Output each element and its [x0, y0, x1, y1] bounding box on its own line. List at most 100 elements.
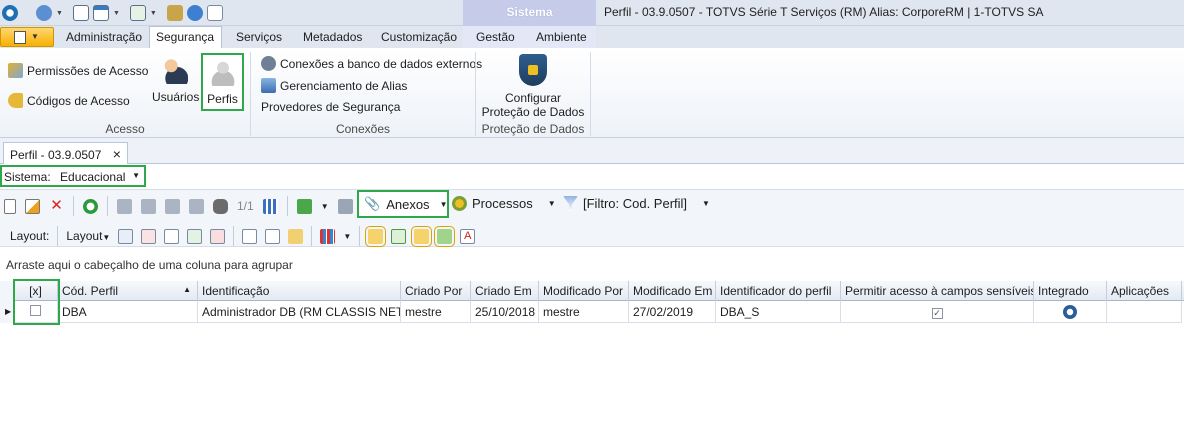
- new-window-icon[interactable]: [72, 5, 89, 21]
- tools-icon[interactable]: [166, 5, 183, 21]
- tab-customizacao[interactable]: Customização: [381, 30, 457, 44]
- close-icon[interactable]: ×: [113, 146, 121, 162]
- layout-save-icon[interactable]: [118, 228, 134, 244]
- chevron-down-icon: ▼: [547, 199, 556, 208]
- permissoes-button[interactable]: Permissões de Acesso: [8, 63, 148, 78]
- usuarios-label: Usuários: [152, 90, 200, 104]
- delete-icon[interactable]: ✕: [49, 198, 64, 214]
- layout-export-icon[interactable]: [210, 228, 226, 244]
- page-counter: 1/1: [237, 199, 254, 213]
- font-icon[interactable]: A: [460, 228, 476, 244]
- last-record-icon[interactable]: [189, 198, 204, 214]
- cell-aplicacoes[interactable]: [1107, 301, 1182, 323]
- cell-sensiveis[interactable]: ✓: [841, 301, 1034, 323]
- column-header-identificador[interactable]: Identificador do perfil: [716, 281, 841, 301]
- paperclip-icon: 📎: [364, 196, 381, 211]
- cell-criado-em[interactable]: 25/10/2018: [471, 301, 539, 323]
- tab-servicos[interactable]: Serviços: [236, 30, 282, 44]
- edit-icon[interactable]: [25, 198, 40, 214]
- column-header-criado-em[interactable]: Criado Em: [471, 281, 539, 301]
- chevron-down-icon: ▼: [439, 199, 448, 209]
- first-record-icon[interactable]: [117, 198, 132, 214]
- export-icon[interactable]: [129, 5, 146, 21]
- provedores-button[interactable]: Provedores de Segurança: [261, 100, 400, 114]
- grid-view-icon[interactable]: [262, 198, 278, 214]
- layout-default-icon[interactable]: [164, 228, 180, 244]
- new-icon[interactable]: [4, 198, 16, 214]
- previous-record-icon[interactable]: [141, 198, 156, 214]
- column-header-label: Cód. Perfil: [62, 284, 119, 298]
- cell-cod-perfil[interactable]: DBA: [58, 301, 198, 323]
- app-logo-icon[interactable]: [2, 5, 18, 21]
- column-header-sensiveis[interactable]: Permitir acesso à campos sensíveis: [841, 281, 1034, 301]
- column-header-modificado-por[interactable]: Modificado Por: [539, 281, 629, 301]
- profile-icon: [208, 58, 237, 86]
- tab-administracao[interactable]: Administração: [66, 30, 142, 44]
- notes-icon[interactable]: [288, 228, 304, 244]
- alias-label: Gerenciamento de Alias: [280, 78, 408, 93]
- filter-row-icon[interactable]: [391, 228, 407, 244]
- tab-metadados[interactable]: Metadados: [303, 30, 362, 44]
- next-record-icon[interactable]: [165, 198, 180, 214]
- copy-icon[interactable]: [206, 5, 223, 21]
- print-icon[interactable]: [337, 198, 353, 214]
- processos-label: Processos: [472, 196, 533, 211]
- usuarios-button[interactable]: Usuários: [152, 56, 200, 108]
- tab-ambiente[interactable]: Ambiente: [536, 30, 587, 44]
- column-header-integrado[interactable]: Integrado: [1034, 281, 1107, 301]
- layout-import-icon[interactable]: [187, 228, 203, 244]
- options-icon[interactable]: [36, 5, 52, 21]
- file-menu-button[interactable]: ▼: [0, 27, 54, 47]
- anexos-button[interactable]: 📎 Anexos ▼: [357, 190, 449, 218]
- cell-integrado[interactable]: [1034, 301, 1107, 323]
- configurar-protecao-button[interactable]: Configurar Proteção de Dados: [476, 54, 590, 119]
- filter-icon: [563, 196, 578, 211]
- perfis-label: Perfis: [207, 92, 238, 106]
- layout-menu[interactable]: Layout▼: [66, 229, 110, 243]
- document-tab[interactable]: Perfil - 03.9.0507 ×: [3, 142, 128, 164]
- layout-delete-icon[interactable]: [141, 228, 157, 244]
- context-group-header: Sistema: [463, 0, 596, 26]
- column-header-identificacao[interactable]: Identificação: [198, 281, 401, 301]
- cell-modificado-em[interactable]: 27/02/2019: [629, 301, 716, 323]
- cell-modificado-por[interactable]: mestre: [539, 301, 629, 323]
- current-row-icon: ▶: [5, 307, 12, 316]
- chart-icon[interactable]: [320, 228, 336, 244]
- execute-icon[interactable]: [296, 198, 312, 214]
- cell-criado-por[interactable]: mestre: [401, 301, 471, 323]
- layout-label: Layout:: [10, 229, 50, 243]
- column-header-cod-perfil[interactable]: Cód. Perfil ▲: [58, 281, 198, 301]
- key-icon: [8, 93, 23, 108]
- window-icon[interactable]: [92, 5, 109, 21]
- binoculars-icon[interactable]: [213, 198, 228, 214]
- column-header-modificado-em[interactable]: Modificado Em: [629, 281, 716, 301]
- preview-toggle-icon[interactable]: [434, 225, 456, 247]
- cell-identificacao[interactable]: Administrador DB (RM CLASSIS NET): [198, 301, 401, 323]
- users-icon: [160, 56, 188, 84]
- filtro-button[interactable]: [Filtro: Cod. Perfil] ▼: [563, 196, 710, 211]
- help-globe-icon[interactable]: [186, 5, 203, 21]
- processos-button[interactable]: Processos ▼: [452, 196, 556, 211]
- sum-icon[interactable]: [265, 228, 281, 244]
- group-by-hint[interactable]: Arraste aqui o cabeçalho de uma coluna p…: [0, 258, 293, 272]
- codigos-button[interactable]: Códigos de Acesso: [8, 93, 130, 108]
- group-label-protecao: Proteção de Dados: [481, 122, 585, 136]
- group-label-acesso: Acesso: [105, 122, 145, 136]
- shield-lock-icon: [519, 54, 547, 86]
- layout-menu-label: Layout: [66, 229, 103, 243]
- conexoes-externos-button[interactable]: Conexões a banco de dados externos: [261, 56, 482, 71]
- group-panel-toggle-icon[interactable]: [365, 225, 387, 247]
- sistema-selector[interactable]: Sistema: Educacional ▼: [0, 165, 146, 187]
- columns-icon[interactable]: [242, 228, 258, 244]
- alias-button[interactable]: Gerenciamento de Alias: [261, 78, 407, 93]
- perfis-button[interactable]: Perfis: [201, 53, 244, 111]
- configurar-label-1: Configurar: [504, 91, 562, 105]
- column-header-criado-por[interactable]: Criado Por: [401, 281, 471, 301]
- refresh-icon[interactable]: [83, 198, 98, 214]
- cell-identificador[interactable]: DBA_S: [716, 301, 841, 323]
- footer-toggle-icon[interactable]: [411, 225, 433, 247]
- tab-seguranca[interactable]: Segurança: [149, 26, 222, 48]
- shield-key-icon: [8, 63, 23, 78]
- column-header-aplicacoes[interactable]: Aplicações: [1107, 281, 1182, 301]
- tab-gestao[interactable]: Gestão: [476, 30, 515, 44]
